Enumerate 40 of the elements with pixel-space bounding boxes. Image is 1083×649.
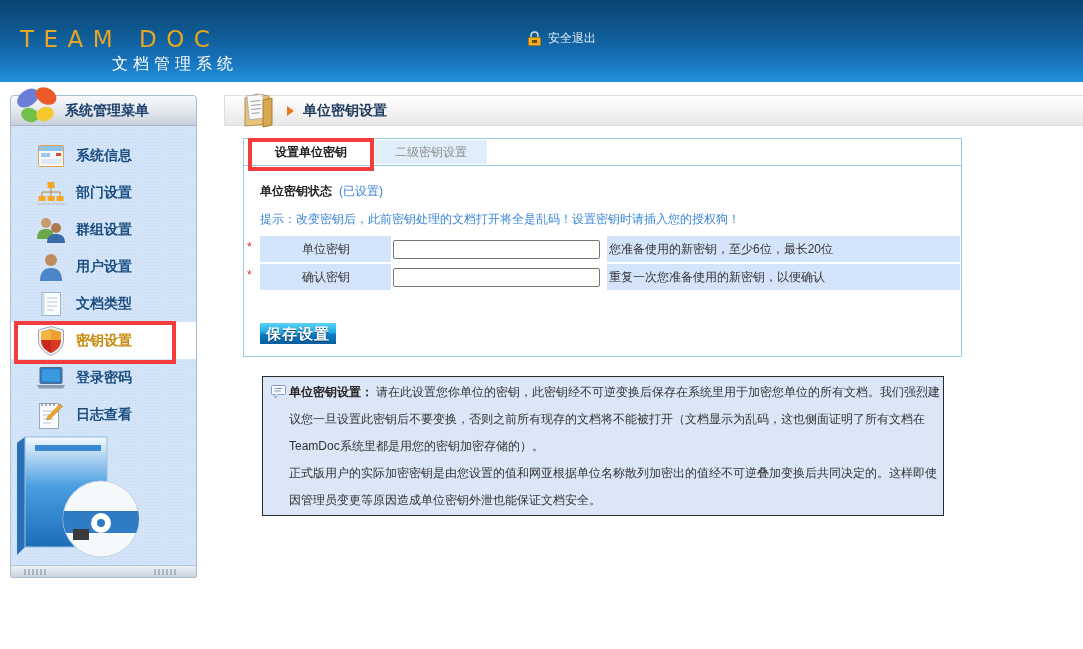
input-field[interactable] <box>393 267 600 287</box>
required-mark: * <box>246 267 253 284</box>
sidebar-item[interactable]: 系统信息 <box>11 137 196 174</box>
sidebar-title: 系统管理菜单 <box>65 101 149 120</box>
folder-icon <box>243 91 273 128</box>
sidebar-item[interactable]: 群组设置 <box>11 211 196 248</box>
key-status-value: (已设置) <box>339 182 383 200</box>
org-chart-icon <box>37 180 65 205</box>
grip-icon <box>24 568 48 575</box>
sidebar-item[interactable]: 文档类型 <box>11 285 196 322</box>
logout-link[interactable]: 安全退出 <box>528 30 596 46</box>
field-label: 单位密钥 <box>260 236 391 262</box>
users-icon <box>37 216 65 243</box>
field-label: 确认密钥 <box>260 264 391 290</box>
note-paragraph: 正式版用户的实际加密密钥是由您设置的值和网亚根据单位名称散列加密出的值经不可逆叠加变换后共同决定的。这样即使因管理员变更等原因造成单位密钥外泄也能保证文档安全。 <box>289 465 938 509</box>
comment-icon <box>271 385 286 399</box>
user-icon <box>39 252 63 281</box>
laptop-icon <box>37 366 65 389</box>
window-icon <box>38 144 64 167</box>
warning-hint: 提示：改变密钥后，此前密钥处理的文档打开将全是乱码！设置密钥时请插入您的授权狗！ <box>259 211 741 228</box>
shield-icon <box>38 325 64 356</box>
sidebar-item[interactable]: 日志查看 <box>11 396 196 433</box>
document-icon <box>41 291 61 316</box>
input-field[interactable] <box>393 239 600 259</box>
sidebar-item[interactable]: 用户设置 <box>11 248 196 285</box>
lock-icon <box>528 31 541 46</box>
note-paragraph: 单位密钥设置： 请在此设置您你单位的密钥，此密钥经不可逆变换后保存在系统里用于加密您单位的所有文档。我们强烈建议您一旦设置此密钥后不要变换，否则之前所有现存的文档将不能被打开（文档显示为乱码，这也侧面证明了所有文档在TeamDoc系统里都是用您的密钥加密存储的）。 <box>289 384 942 455</box>
grip-icon <box>154 568 178 575</box>
field-hint: 您准备使用的新密钥，至少6位，最长20位 <box>607 236 960 262</box>
logo-title: TEAM DOC <box>20 27 220 51</box>
save-button[interactable]: 保存设置 <box>260 323 336 344</box>
field-hint: 重复一次您准备使用的新密钥，以便确认 <box>607 264 960 290</box>
logo-subtitle: 文档管理系统 <box>112 54 238 74</box>
page-title: 单位密钥设置 <box>303 101 387 120</box>
required-mark: * <box>246 239 253 256</box>
arrow-icon <box>287 105 294 116</box>
key-status-label: 单位密钥状态 <box>260 182 332 200</box>
sidebar-item[interactable]: 登录密码 <box>11 359 196 396</box>
notepad-icon <box>39 400 63 429</box>
sidebar-item[interactable]: 部门设置 <box>11 174 196 211</box>
